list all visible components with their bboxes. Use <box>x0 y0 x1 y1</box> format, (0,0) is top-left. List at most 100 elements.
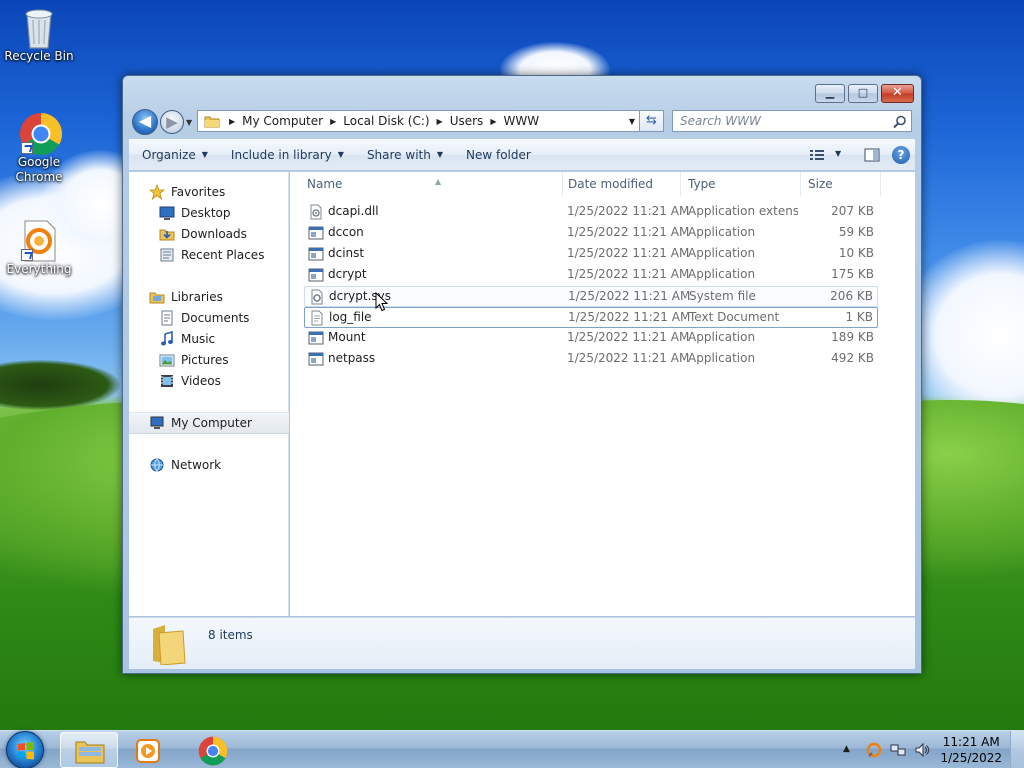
file-date: 1/25/2022 11:21 AM <box>567 225 690 239</box>
desktop-icon-label: Recycle Bin <box>4 49 74 63</box>
desktop-icon-recycle-bin[interactable]: Recycle Bin <box>1 6 77 64</box>
new-folder-button[interactable]: New folder <box>453 139 541 170</box>
tray-overflow-chevron-icon[interactable]: ▲ <box>843 744 859 760</box>
nav-my-computer[interactable]: My Computer <box>129 412 289 434</box>
file-date: 1/25/2022 11:21 AM <box>567 351 690 365</box>
nav-libraries[interactable]: Libraries <box>129 287 289 307</box>
file-size: 59 KB <box>838 225 874 239</box>
file-row[interactable]: dccon 1/25/2022 11:21 AM Application 59 KB <box>304 223 878 244</box>
taskbar-clock[interactable]: 11:21 AM 1/25/2022 <box>940 734 1002 766</box>
nav-downloads[interactable]: Downloads <box>129 224 289 244</box>
nav-desktop[interactable]: Desktop <box>129 203 289 223</box>
tray-network-icon[interactable] <box>890 742 906 758</box>
item-count: 8 items <box>208 628 253 642</box>
toolbar-right: ▼ ? <box>785 139 915 171</box>
file-row[interactable]: netpass 1/25/2022 11:21 AM Application 492 … <box>304 349 878 370</box>
column-header-date[interactable]: Date modified <box>561 172 681 196</box>
minimize-button[interactable]: ▁ <box>815 84 845 103</box>
shortcut-arrow-icon <box>21 249 33 261</box>
desktop-icon-everything[interactable]: Everything <box>1 219 77 277</box>
file-type: Application <box>688 225 756 239</box>
nav-recent-places[interactable]: Recent Places <box>129 245 289 265</box>
file-size: 189 KB <box>831 330 874 344</box>
file-row[interactable]: dcapi.dll 1/25/2022 11:21 AM Application e… <box>304 202 878 223</box>
breadcrumb-local-disk[interactable]: Local Disk (C:) ▶ <box>343 114 449 128</box>
taskbar-media-player-button[interactable] <box>120 732 178 768</box>
taskbar-chrome-button[interactable] <box>184 732 242 768</box>
title-bar[interactable]: ▁ □ ✕ <box>123 76 921 106</box>
address-dropdown-icon[interactable]: ▼ <box>629 117 635 126</box>
file-type: Application <box>688 246 756 260</box>
breadcrumb-users[interactable]: Users ▶ <box>450 114 504 128</box>
file-date: 1/25/2022 11:21 AM <box>568 310 691 324</box>
maximize-button[interactable]: □ <box>848 84 878 103</box>
include-in-library-button[interactable]: Include in library ▼ <box>218 139 354 170</box>
recent-pages-dropdown[interactable]: ▼ <box>186 118 192 127</box>
file-type: Text Document <box>689 310 780 324</box>
close-button[interactable]: ✕ <box>881 84 914 103</box>
search-icon[interactable] <box>893 115 907 129</box>
nav-documents[interactable]: Documents <box>129 308 289 328</box>
file-row[interactable]: log_file 1/25/2022 11:21 AM Text Document 1… <box>304 307 878 328</box>
explorer-window: ▁ □ ✕ ◀ ▶ ▼ ▶ My Computer ▶ Local Disk (C… <box>122 75 922 674</box>
breadcrumb-my-computer[interactable]: My Computer ▶ <box>242 114 343 128</box>
start-button[interactable] <box>6 731 44 768</box>
taskbar-explorer-button[interactable] <box>60 732 118 768</box>
file-list: Name ▲ Date modified Type Size dcapi.dll 1… <box>290 172 915 616</box>
documents-icon <box>159 310 175 326</box>
file-type: Application <box>688 330 756 344</box>
recycle-bin-icon <box>19 6 59 49</box>
command-bar: Organize ▼ Include in library ▼ Share with… <box>129 139 915 171</box>
desktop-icon-chrome[interactable]: Google Chrome <box>1 112 77 185</box>
shortcut-arrow-icon <box>21 142 33 154</box>
chevron-down-icon: ▼ <box>337 150 344 159</box>
nav-favorites[interactable]: Favorites <box>129 182 289 202</box>
clock-date: 1/25/2022 <box>940 751 1002 765</box>
application-icon <box>308 225 324 241</box>
file-row[interactable]: dcrypt 1/25/2022 11:21 AM Application 175 K… <box>304 265 878 286</box>
column-header-name[interactable]: Name ▲ <box>300 172 563 196</box>
nav-pictures[interactable]: Pictures <box>129 350 289 370</box>
file-row[interactable]: dcrypt.sys 1/25/2022 11:21 AM System file 2… <box>304 286 878 307</box>
nav-music[interactable]: Music <box>129 329 289 349</box>
videos-icon <box>159 373 175 389</box>
show-desktop-button[interactable] <box>1010 731 1024 768</box>
folder-icon <box>204 114 220 128</box>
tray-volume-icon[interactable] <box>914 742 930 758</box>
chevron-down-icon: ▼ <box>201 150 208 159</box>
sort-ascending-icon: ▲ <box>435 177 442 186</box>
chrome-icon <box>198 736 228 766</box>
column-header-size[interactable]: Size <box>801 172 881 196</box>
application-icon <box>308 351 324 367</box>
libraries-icon <box>149 289 165 305</box>
organize-button[interactable]: Organize ▼ <box>129 139 218 170</box>
desktop-icon-label: Google Chrome <box>15 155 63 184</box>
file-size: 10 KB <box>838 246 874 260</box>
address-bar[interactable]: ▶ My Computer ▶ Local Disk (C:) ▶ Users ▶ W… <box>197 110 640 132</box>
share-with-button[interactable]: Share with ▼ <box>354 139 453 170</box>
music-icon <box>159 330 175 347</box>
back-button[interactable]: ◀ <box>132 109 158 135</box>
status-bar: 8 items <box>129 617 915 669</box>
breadcrumb-www[interactable]: WWW <box>503 114 539 128</box>
file-row[interactable]: Mount 1/25/2022 11:21 AM Application 189 KB <box>304 328 878 349</box>
nav-videos[interactable]: Videos <box>129 371 289 391</box>
text-file-icon <box>309 310 325 326</box>
file-date: 1/25/2022 11:21 AM <box>567 267 690 281</box>
forward-button[interactable]: ▶ <box>160 110 184 134</box>
search-input[interactable]: Search WWW <box>672 110 912 132</box>
view-options-icon[interactable] <box>809 148 825 162</box>
preview-pane-icon[interactable] <box>864 147 880 163</box>
refresh-button[interactable]: ⇆ <box>640 110 664 132</box>
chrome-icon <box>19 112 63 156</box>
file-row[interactable]: dcinst 1/25/2022 11:21 AM Application 10 KB <box>304 244 878 265</box>
chevron-down-icon: ▼ <box>436 150 443 159</box>
view-dropdown-icon[interactable]: ▼ <box>835 149 841 158</box>
application-icon <box>308 330 324 346</box>
column-header-type[interactable]: Type <box>681 172 801 196</box>
help-icon[interactable]: ? <box>892 146 910 164</box>
nav-network[interactable]: Network <box>129 455 289 475</box>
breadcrumb-root-arrow[interactable]: ▶ <box>222 117 242 126</box>
taskbar: ▲ 11:21 AM 1/25/2022 <box>0 730 1024 768</box>
tray-everything-icon[interactable] <box>866 742 882 758</box>
